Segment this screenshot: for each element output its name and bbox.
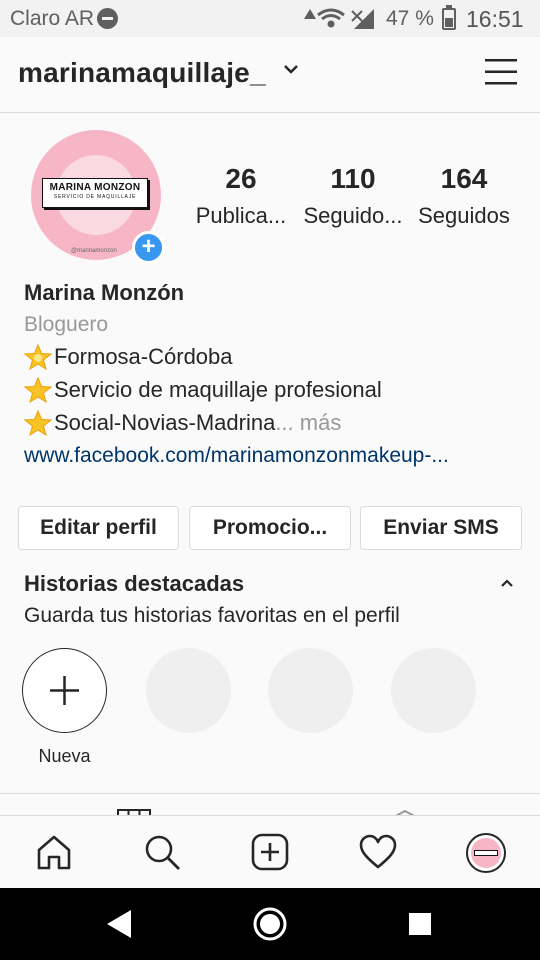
promote-button[interactable]: Promocio... [189, 506, 351, 550]
bottom-navigation [0, 815, 540, 888]
menu-icon[interactable] [485, 58, 517, 86]
highlight-placeholder [391, 648, 476, 733]
highlight-placeholder [146, 648, 231, 733]
bio-line-text: Social-Novias-Madrina [54, 410, 276, 435]
stat-following-label: Seguidos [418, 203, 510, 228]
signal-icon [351, 9, 374, 29]
stat-followers-count: 110 [330, 163, 376, 194]
highlight-placeholder [268, 648, 353, 733]
stat-posts-count: 26 [225, 163, 257, 194]
battery-icon [442, 5, 456, 30]
battery-percent: 47 % [386, 7, 434, 30]
avatar-logo: MARINA MONZON SERVICIO DE MAQUILLAJE [42, 178, 148, 208]
carrier-name: Claro AR [10, 7, 95, 30]
recents-icon[interactable] [407, 911, 433, 937]
clock: 16:51 [466, 6, 524, 32]
system-navigation-bar [0, 888, 540, 960]
wifi-icon [317, 8, 345, 28]
divider [0, 793, 540, 794]
avatar-logo [474, 850, 498, 856]
new-highlight-button[interactable] [22, 648, 107, 733]
chevron-up-icon[interactable] [499, 577, 515, 589]
highlights-subtitle: Guarda tus historias favoritas en el per… [24, 604, 400, 627]
profile-bio: Marina Monzón Bloguero Formosa-Córdoba S… [24, 280, 524, 468]
alarm-icon [304, 9, 316, 19]
search-icon[interactable] [143, 833, 181, 871]
stat-followers-label: Seguido... [303, 203, 403, 228]
bio-line-text: Servicio de maquillaje profesional [54, 377, 382, 402]
dnd-icon [97, 8, 118, 29]
plus-icon [50, 676, 79, 705]
stat-followers[interactable]: 110 Seguido... [301, 163, 405, 229]
home-icon[interactable] [35, 833, 73, 871]
glowing-star-icon [24, 344, 52, 370]
status-bar: Claro AR 47 % 16:51 [0, 0, 540, 37]
add-story-button[interactable]: + [132, 231, 165, 264]
home-button-icon[interactable] [252, 906, 288, 942]
send-sms-button[interactable]: Enviar SMS [360, 506, 522, 550]
new-highlight-label: Nueva [38, 746, 91, 766]
profile-avatar[interactable]: MARINA MONZON SERVICIO DE MAQUILLAJE @ma… [31, 130, 165, 264]
profile-tab-avatar[interactable] [466, 833, 506, 873]
bio-line-text: Formosa-Córdoba [54, 344, 233, 369]
stat-posts[interactable]: 26 Publica... [193, 163, 289, 229]
logo-subtext: SERVICIO DE MAQUILLAJE [53, 194, 137, 200]
stat-posts-label: Publica... [195, 203, 287, 228]
highlights-title: Historias destacadas [24, 571, 245, 596]
edit-profile-button[interactable]: Editar perfil [18, 506, 179, 550]
stat-following-count: 164 [440, 163, 488, 194]
star-icon [24, 377, 52, 403]
bio-website-link[interactable]: www.facebook.com/marinamonzonmakeup-... [24, 444, 524, 468]
logo-text: MARINA MONZON [49, 182, 141, 193]
stat-following[interactable]: 164 Seguidos [414, 163, 514, 229]
bio-line: Formosa-Córdoba [24, 344, 524, 370]
account-switcher[interactable]: marinamaquillaje_ [18, 57, 266, 89]
back-icon[interactable] [105, 908, 135, 940]
profile-category: Bloguero [24, 313, 109, 336]
profile-name: Marina Monzón [24, 280, 185, 305]
chevron-down-icon[interactable] [283, 63, 299, 75]
heart-icon[interactable] [359, 833, 397, 871]
avatar-handle: @marinamonzon [71, 248, 117, 254]
bio-more-link[interactable]: ... más [275, 410, 341, 436]
bio-line: Social-Novias-Madrina... más [24, 410, 524, 436]
add-post-icon[interactable] [251, 833, 289, 871]
star-icon [24, 410, 52, 436]
profile-header: marinamaquillaje_ [0, 37, 540, 113]
status-icons [304, 8, 374, 29]
bio-line: Servicio de maquillaje profesional [24, 377, 524, 403]
